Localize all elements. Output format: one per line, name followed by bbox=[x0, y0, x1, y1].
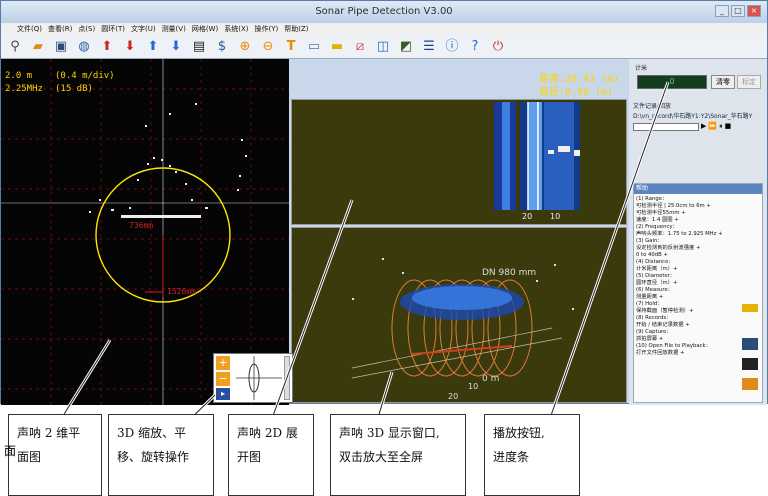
callout-line: 3D 缩放、平 bbox=[117, 426, 187, 440]
callout-line: 播放按钮, bbox=[493, 426, 545, 440]
callout-line: 开图 bbox=[237, 450, 262, 464]
callout-line: 声呐 2 维平 bbox=[17, 426, 81, 440]
callout-3d-controls: 3D 缩放、平 移、旋转操作 bbox=[108, 414, 214, 496]
callout-line: 进度条 bbox=[493, 450, 530, 464]
callout-playback: 播放按钮, 进度条 bbox=[484, 414, 580, 496]
callout-line: 声呐 3D 显示窗口, bbox=[339, 426, 440, 440]
callout-2d-unrolled: 声呐 2D 展 开图 bbox=[228, 414, 314, 496]
callout-line: 移、旋转操作 bbox=[117, 450, 190, 464]
callout-line: 声呐 2D 展 bbox=[237, 426, 298, 440]
stray-glyph: 面 bbox=[4, 444, 17, 458]
callout-2d-plan: 声呐 2 维平 面图 bbox=[8, 414, 102, 496]
callout-3d-view: 声呐 3D 显示窗口, 双击放大至全屏 bbox=[330, 414, 466, 496]
callout-line: 面图 bbox=[17, 450, 42, 464]
callout-line: 双击放大至全屏 bbox=[339, 450, 424, 464]
